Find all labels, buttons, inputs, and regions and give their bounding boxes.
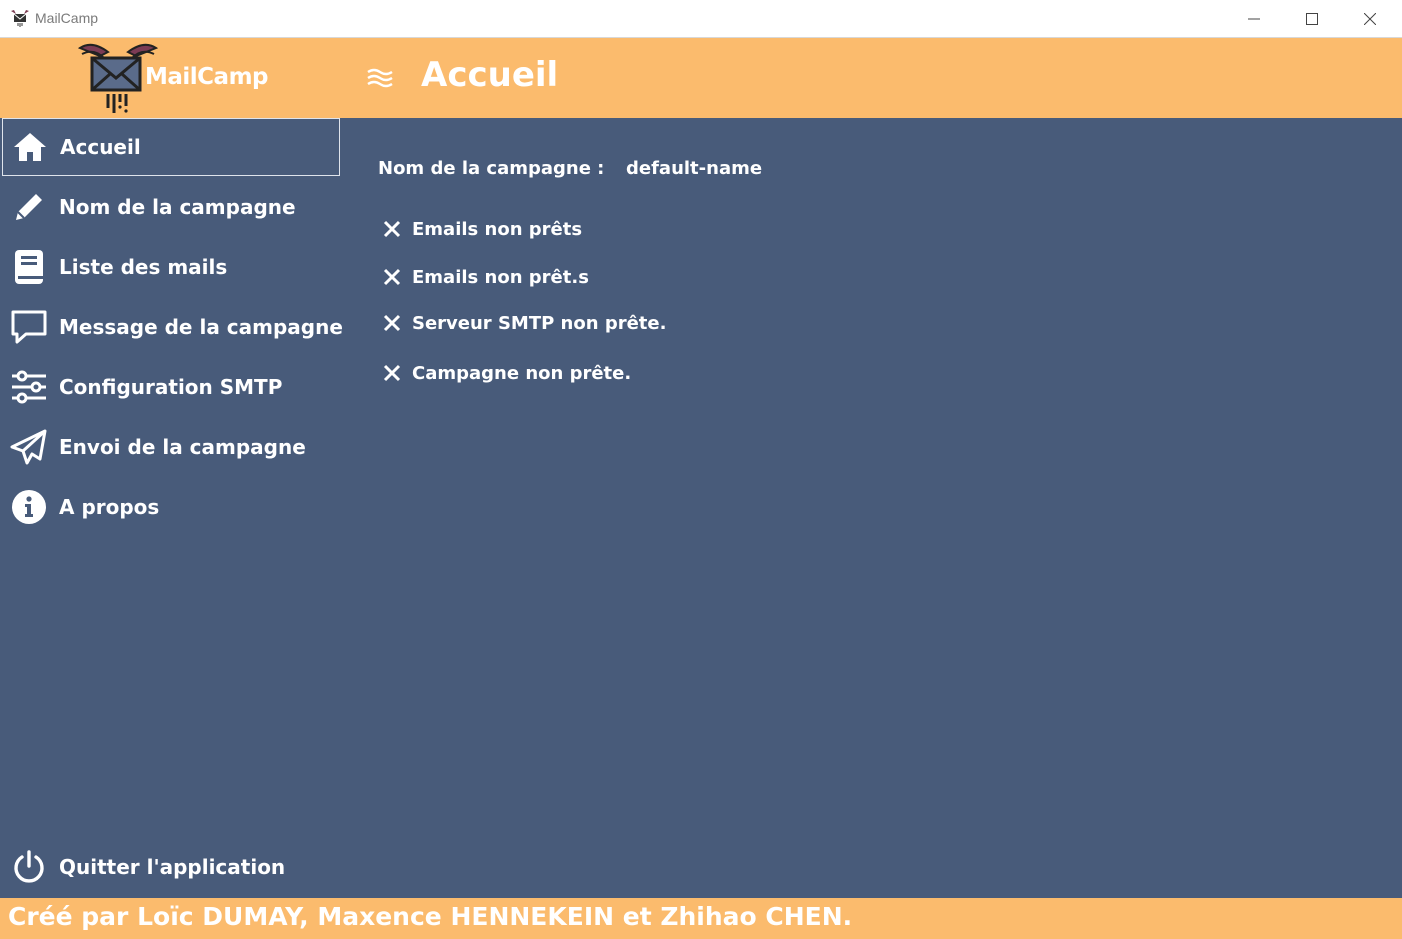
status-text: Emails non prêts — [412, 218, 583, 240]
sidebar-item-nom-campagne[interactable]: Nom de la campagne — [2, 178, 340, 236]
info-icon — [10, 488, 48, 526]
campaign-name-label: Nom de la campagne : — [378, 158, 605, 179]
status-smtp: Serveur SMTP non prête. — [382, 310, 666, 336]
sidebar-nav: Accueil Nom de la campagne Liste des mai… — [0, 118, 345, 898]
x-icon — [383, 314, 401, 332]
minimize-button[interactable] — [1225, 0, 1283, 38]
chat-icon — [10, 308, 48, 346]
brand-name: MailCamp — [145, 64, 269, 90]
maximize-icon — [1306, 13, 1318, 25]
page-title: Accueil — [421, 55, 559, 95]
app-footer: Créé par Loïc DUMAY, Maxence HENNEKEIN e… — [0, 898, 1402, 939]
quit-button[interactable]: Quitter l'application — [2, 838, 340, 896]
status-emails-2: Emails non prêt.s — [382, 264, 589, 290]
x-icon — [383, 220, 401, 238]
status-text: Campagne non prête. — [412, 362, 632, 384]
close-button[interactable] — [1341, 0, 1399, 38]
window-titlebar: MailCamp — [0, 0, 1402, 38]
credits-text: Créé par Loïc DUMAY, Maxence HENNEKEIN e… — [8, 902, 853, 931]
sidebar-item-label: Accueil — [60, 135, 141, 159]
quit-label: Quitter l'application — [59, 855, 286, 879]
sidebar-item-label: Configuration SMTP — [59, 375, 283, 399]
sidebar-item-label: Liste des mails — [59, 255, 228, 279]
sidebar-item-label: Envoi de la campagne — [59, 435, 306, 459]
sidebar-item-envoi-campagne[interactable]: Envoi de la campagne — [2, 418, 340, 476]
main-content: Nom de la campagne : default-name Emails… — [345, 118, 1402, 898]
sidebar-item-liste-mails[interactable]: Liste des mails — [2, 238, 340, 296]
sidebar-item-a-propos[interactable]: A propos — [2, 478, 340, 536]
sidebar-item-configuration-smtp[interactable]: Configuration SMTP — [2, 358, 340, 416]
pencil-icon — [10, 188, 48, 226]
sidebar-item-accueil[interactable]: Accueil — [2, 118, 340, 176]
sidebar-item-label: Nom de la campagne — [59, 195, 296, 219]
window-title: MailCamp — [35, 10, 99, 26]
app-logo-icon — [11, 10, 29, 27]
power-icon — [10, 848, 48, 886]
status-campaign: Campagne non prête. — [382, 360, 631, 386]
sliders-icon — [10, 368, 48, 406]
hamburger-icon[interactable] — [366, 64, 398, 90]
book-icon — [10, 248, 48, 286]
home-icon — [11, 128, 49, 166]
status-text: Serveur SMTP non prête. — [412, 312, 667, 334]
app-header: MailCamp Accueil — [0, 38, 1402, 118]
status-text: Emails non prêt.s — [412, 266, 589, 288]
status-emails: Emails non prêts — [382, 216, 582, 242]
sidebar-item-label: A propos — [59, 495, 160, 519]
sidebar-item-label: Message de la campagne — [59, 315, 343, 339]
x-icon — [383, 364, 401, 382]
maximize-button[interactable] — [1283, 0, 1341, 38]
close-icon — [1364, 13, 1376, 25]
campaign-name-value: default-name — [626, 158, 763, 179]
paper-plane-icon — [10, 428, 48, 466]
x-icon — [383, 268, 401, 286]
sidebar-item-message-campagne[interactable]: Message de la campagne — [2, 298, 343, 356]
minimize-icon — [1248, 18, 1260, 20]
